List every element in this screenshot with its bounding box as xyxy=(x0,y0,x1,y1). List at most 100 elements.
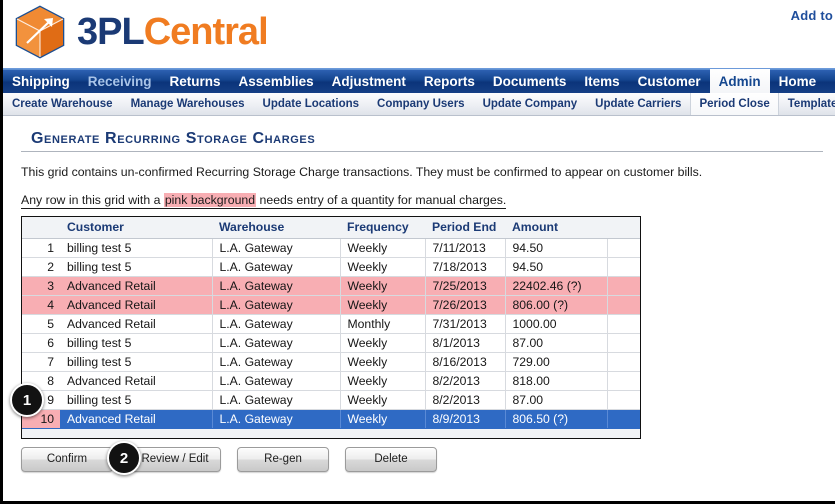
cell-frequency: Weekly xyxy=(340,371,426,391)
table-row[interactable]: 1 billing test 5 L.A. Gateway Weekly 7/1… xyxy=(22,238,640,258)
cell-extra xyxy=(607,276,640,296)
brand-wordmark-secondary: Central xyxy=(143,11,269,53)
cell-amount: 806.00 (?) xyxy=(505,295,608,315)
table-row[interactable]: 2 billing test 5 L.A. Gateway Weekly 7/1… xyxy=(22,257,640,277)
cell-amount: 87.00 xyxy=(505,390,608,410)
column-header-warehouse[interactable]: Warehouse xyxy=(212,216,340,239)
nav-item-reports[interactable]: Reports xyxy=(415,69,484,93)
cell-frequency: Weekly xyxy=(340,390,426,410)
cell-rownum: 4 xyxy=(22,295,60,315)
cell-rownum: 6 xyxy=(22,333,60,353)
subnav-item-company-users[interactable]: Company Users xyxy=(368,93,474,115)
nav-item-adjustment[interactable]: Adjustment xyxy=(323,69,415,93)
cell-extra xyxy=(607,371,640,391)
nav-item-home[interactable]: Home xyxy=(770,69,826,93)
nav-item-assemblies[interactable]: Assemblies xyxy=(230,69,323,93)
cell-customer: billing test 5 xyxy=(60,257,213,277)
table-row[interactable]: 4 Advanced Retail L.A. Gateway Weekly 7/… xyxy=(22,295,640,315)
cell-rownum: 2 xyxy=(22,257,60,277)
cell-frequency: Weekly xyxy=(340,295,426,315)
column-header-rownum[interactable] xyxy=(22,216,60,239)
brand-wordmark: 3PLCentral xyxy=(77,11,269,53)
confirm-button[interactable]: Confirm xyxy=(21,446,113,472)
cell-frequency: Weekly xyxy=(340,257,426,277)
action-button-bar: Confirm Review / Edit Re-gen Delete xyxy=(21,446,835,472)
cell-warehouse: L.A. Gateway xyxy=(212,276,341,296)
cell-warehouse: L.A. Gateway xyxy=(212,257,341,277)
subnav-item-period-close[interactable]: Period Close xyxy=(690,93,779,115)
pink-background-highlight: pink background xyxy=(163,192,257,207)
cell-rownum: 3 xyxy=(22,276,60,296)
sub-navigation: Create Warehouse Manage Warehouses Updat… xyxy=(3,93,835,116)
table-row[interactable]: 7 billing test 5 L.A. Gateway Weekly 8/1… xyxy=(22,352,640,372)
nav-item-admin[interactable]: Admin xyxy=(709,69,770,93)
charges-grid-container[interactable]: Customer Warehouse Frequency Period End … xyxy=(21,215,641,439)
table-row[interactable]: 8 Advanced Retail L.A. Gateway Weekly 8/… xyxy=(22,371,640,391)
column-header-amount[interactable]: Amount xyxy=(505,216,607,239)
cell-customer: billing test 5 xyxy=(60,352,213,372)
table-row[interactable]: 5 Advanced Retail L.A. Gateway Monthly 7… xyxy=(22,314,640,334)
cell-rownum: 5 xyxy=(22,314,60,334)
nav-item-receiving[interactable]: Receiving xyxy=(79,69,161,93)
re-gen-button[interactable]: Re-gen xyxy=(237,446,329,472)
subnav-item-update-company[interactable]: Update Company xyxy=(474,93,587,115)
cell-amount: 818.00 xyxy=(505,371,608,391)
add-to-link[interactable]: Add to xyxy=(791,8,833,23)
table-row[interactable]: 3 Advanced Retail L.A. Gateway Weekly 7/… xyxy=(22,276,640,296)
column-header-extra[interactable] xyxy=(607,216,640,239)
cell-frequency: Weekly xyxy=(340,352,426,372)
cell-extra xyxy=(607,390,640,410)
cell-amount: 729.00 xyxy=(505,352,608,372)
cell-period-end: 8/9/2013 xyxy=(425,409,506,429)
nav-item-customer[interactable]: Customer xyxy=(629,69,710,93)
column-header-customer[interactable]: Customer xyxy=(60,216,212,239)
orange-cube-logo-icon xyxy=(13,5,67,59)
subnav-item-create-warehouse[interactable]: Create Warehouse xyxy=(3,93,122,115)
cell-frequency: Weekly xyxy=(340,333,426,353)
review-edit-button[interactable]: Review / Edit xyxy=(129,446,221,472)
cell-warehouse: L.A. Gateway xyxy=(212,371,341,391)
nav-item-returns[interactable]: Returns xyxy=(161,69,230,93)
nav-item-documents[interactable]: Documents xyxy=(484,69,576,93)
cell-customer: Advanced Retail xyxy=(60,314,213,334)
cell-amount: 94.50 xyxy=(505,257,608,277)
delete-button[interactable]: Delete xyxy=(345,446,437,472)
cell-extra xyxy=(607,352,640,372)
cell-period-end: 7/25/2013 xyxy=(425,276,506,296)
cell-rownum: 7 xyxy=(22,352,60,372)
cell-extra xyxy=(607,295,640,315)
table-row[interactable]: 6 billing test 5 L.A. Gateway Weekly 8/1… xyxy=(22,333,640,353)
cell-customer: Advanced Retail xyxy=(60,276,213,296)
cell-customer: billing test 5 xyxy=(60,333,213,353)
column-header-frequency[interactable]: Frequency xyxy=(340,216,425,239)
cell-frequency: Monthly xyxy=(340,314,426,334)
callout-badge-1: 1 xyxy=(10,383,44,417)
cell-warehouse: L.A. Gateway xyxy=(212,352,341,372)
cell-rownum: 1 xyxy=(22,238,60,258)
table-row-selected[interactable]: 10 Advanced Retail L.A. Gateway Weekly 8… xyxy=(22,409,640,429)
intro-paragraph: This grid contains un-confirmed Recurrin… xyxy=(21,165,703,179)
cell-period-end: 7/11/2013 xyxy=(425,238,506,258)
cell-frequency: Weekly xyxy=(340,276,426,296)
nav-item-items[interactable]: Items xyxy=(575,69,628,93)
cell-amount: 87.00 xyxy=(505,333,608,353)
cell-customer: billing test 5 xyxy=(60,238,213,258)
subnav-item-templates[interactable]: Templates xyxy=(779,93,835,115)
cell-amount: 1000.00 xyxy=(505,314,608,334)
cell-warehouse: L.A. Gateway xyxy=(212,295,341,315)
nav-item-shipping[interactable]: Shipping xyxy=(3,69,79,93)
cell-warehouse: L.A. Gateway xyxy=(212,409,341,429)
column-header-period-end[interactable]: Period End xyxy=(425,216,505,239)
cell-warehouse: L.A. Gateway xyxy=(212,238,341,258)
brand-logo[interactable]: 3PLCentral xyxy=(13,5,269,59)
pink-note-before: Any row in this grid with a xyxy=(21,192,164,207)
content-area: Generate Recurring Storage Charges This … xyxy=(3,116,835,439)
subnav-item-manage-warehouses[interactable]: Manage Warehouses xyxy=(122,93,254,115)
subnav-item-update-carriers[interactable]: Update Carriers xyxy=(586,93,690,115)
subnav-item-update-locations[interactable]: Update Locations xyxy=(254,93,368,115)
cell-customer: Advanced Retail xyxy=(60,295,213,315)
main-navigation: Shipping Receiving Returns Assemblies Ad… xyxy=(3,68,835,93)
table-row[interactable]: 9 billing test 5 L.A. Gateway Weekly 8/2… xyxy=(22,390,640,410)
cell-period-end: 8/16/2013 xyxy=(425,352,506,372)
cell-extra xyxy=(607,409,640,429)
